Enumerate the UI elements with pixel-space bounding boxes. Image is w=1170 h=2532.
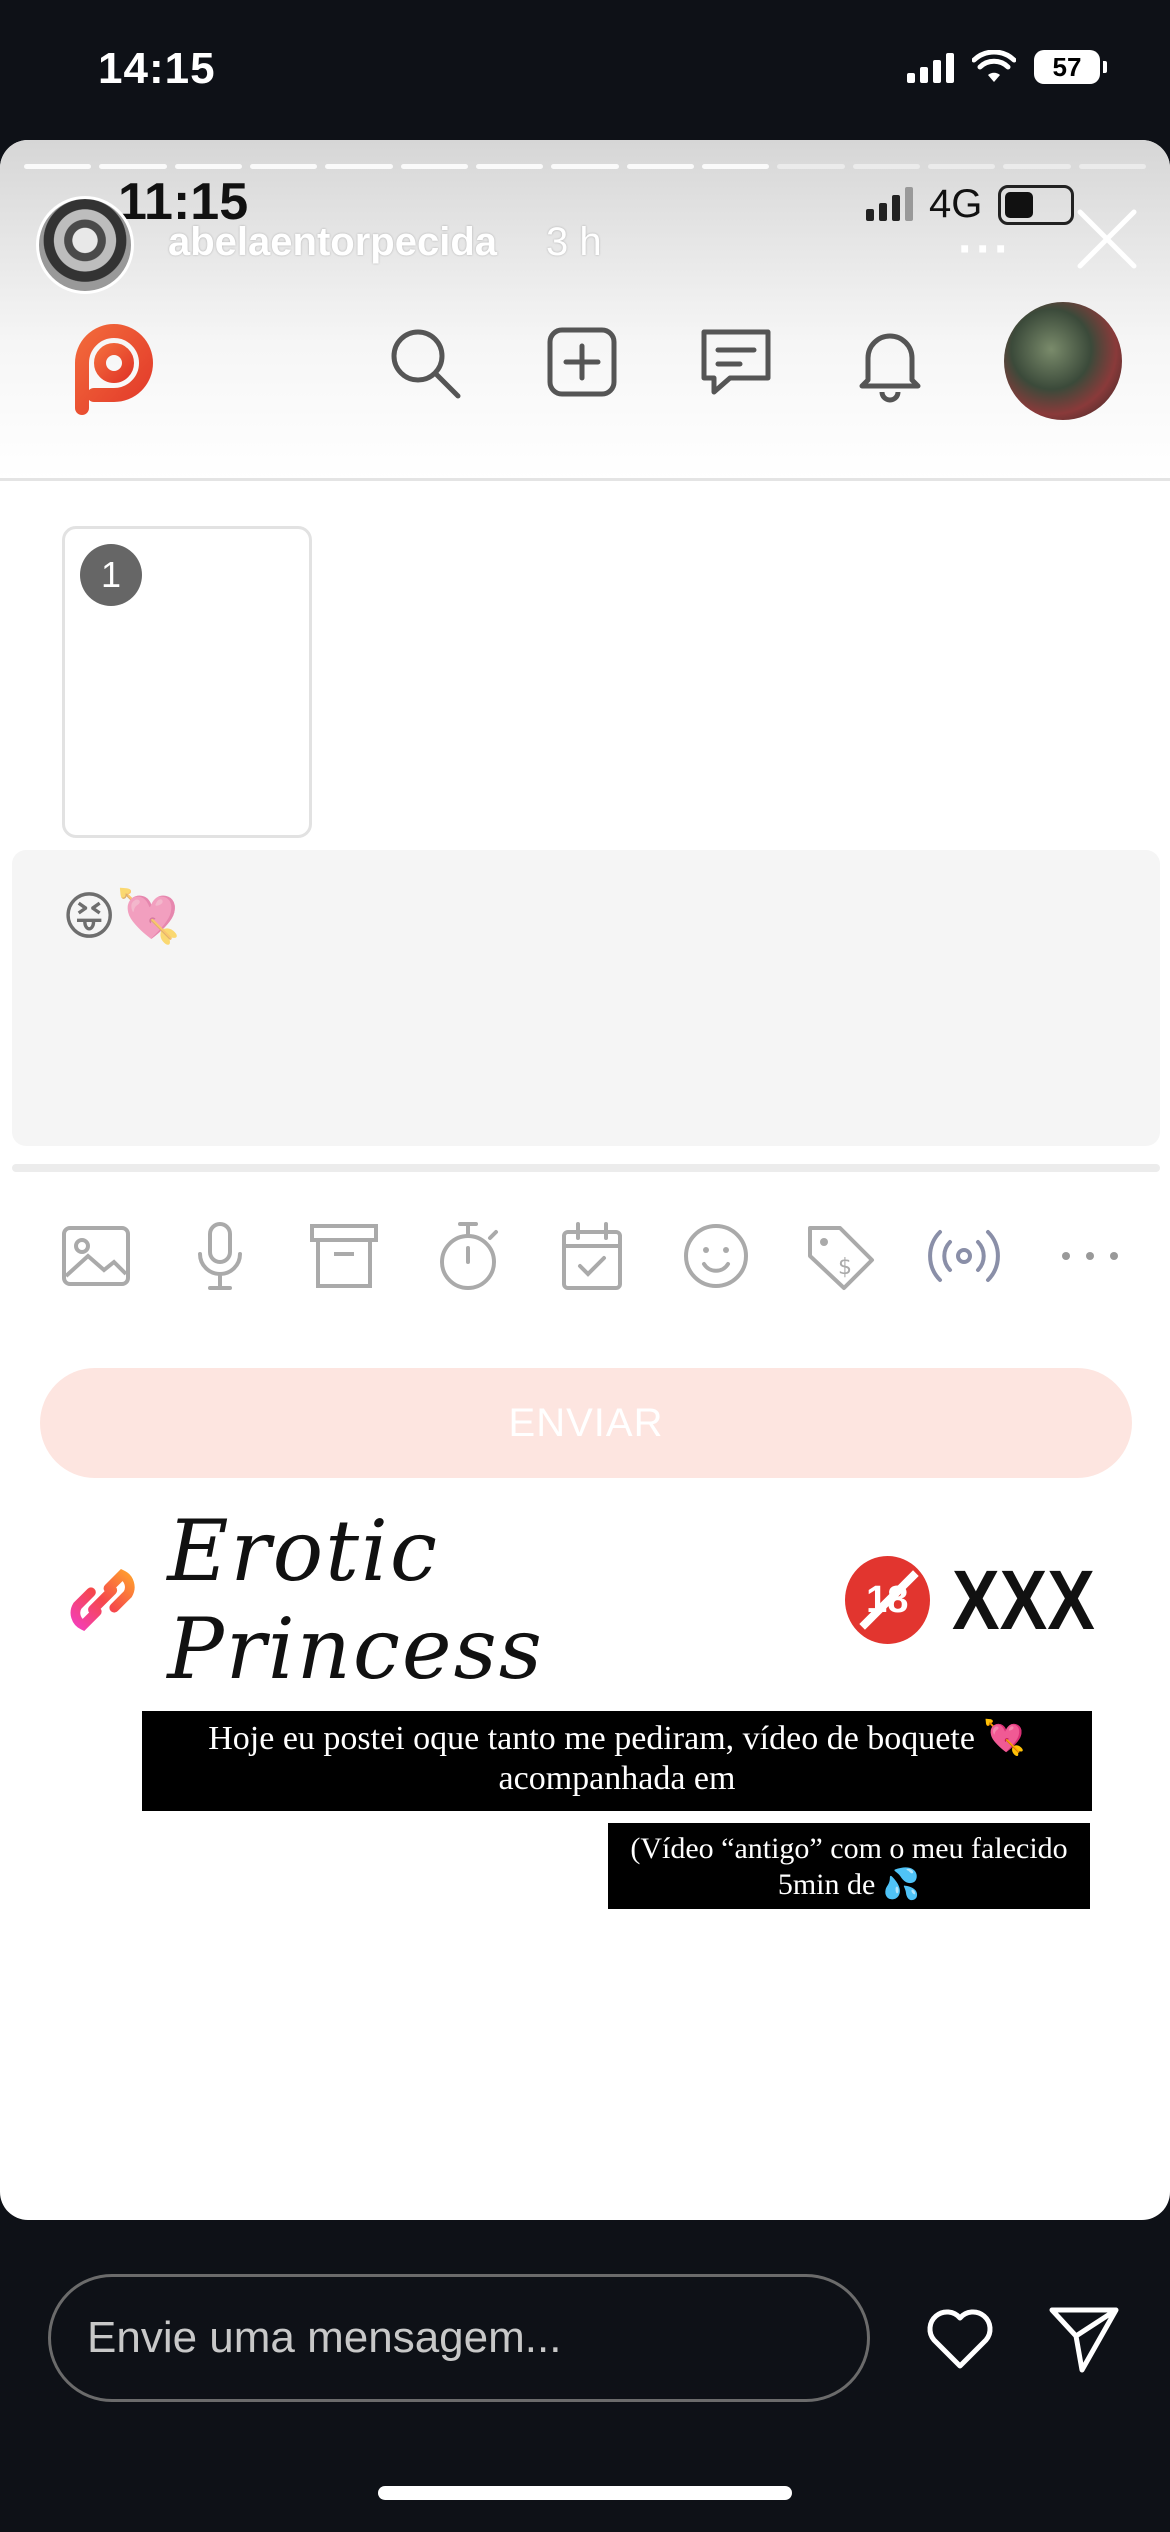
send-icon[interactable] [1044,2298,1124,2378]
search-icon[interactable] [382,320,466,404]
messages-icon[interactable] [694,320,778,404]
create-post-icon[interactable] [540,320,624,404]
heart-icon[interactable] [920,2298,1000,2378]
battery-icon [998,184,1075,225]
close-icon[interactable] [1072,204,1142,274]
status-time: 14:15 [98,44,216,93]
send-post-button[interactable]: ENVIAR [40,1368,1132,1478]
caption-text-2: (Vídeo “antigo” com o meu falecido 5min … [608,1823,1090,1909]
screenshot-status: 4G [866,182,1075,227]
cellular-signal-icon [907,51,954,83]
app-logo-icon[interactable] [54,308,164,418]
cellular-signal-icon [866,186,913,221]
battery-icon: 57 [1034,50,1107,84]
story-username[interactable]: abelaentorpecida [168,220,497,265]
svg-text:$: $ [838,1255,852,1280]
post-text-content: 😝💘 [62,888,181,946]
nav-divider [0,478,1170,481]
archive-icon[interactable] [304,1216,384,1296]
thumbnail-index-badge: 1 [80,544,142,606]
story-card[interactable]: 11:15 4G abelaentorpecida 3 h ··· 1 😝💘 $… [0,140,1170,2220]
caption-text-1: Hoje eu postei oque tanto me pediram, ví… [142,1711,1092,1811]
home-indicator[interactable] [378,2486,792,2500]
broadcast-icon[interactable] [924,1216,1004,1296]
more-tools-icon[interactable] [1050,1216,1130,1296]
link-icon [70,1569,135,1631]
microphone-icon[interactable] [180,1216,260,1296]
network-label: 4G [929,182,983,226]
overlay-title-row: Erotic Princess 18 XXX [60,1502,1120,1698]
text-area-divider [12,1164,1160,1172]
emoji-icon[interactable] [676,1216,756,1296]
story-avatar[interactable] [36,196,134,294]
reply-message-input[interactable]: Envie uma mensagem... [48,2274,870,2402]
post-text-area[interactable] [12,850,1160,1146]
no-under-18-icon: 18 [844,1556,930,1644]
story-progress [24,164,1146,169]
price-tag-icon[interactable]: $ [800,1216,880,1296]
notifications-bell-icon[interactable] [848,320,932,404]
timer-icon[interactable] [428,1216,508,1296]
profile-avatar[interactable] [1004,302,1122,420]
status-icons: 57 [907,50,1107,84]
overlay-title: Erotic Princess [167,1502,544,1698]
wifi-icon [972,50,1016,82]
story-age: 3 h [546,220,602,264]
image-icon[interactable] [56,1216,136,1296]
more-options-icon[interactable]: ··· [958,222,1012,277]
calendar-icon[interactable] [552,1216,632,1296]
overlay-tag: XXX [951,1552,1095,1647]
